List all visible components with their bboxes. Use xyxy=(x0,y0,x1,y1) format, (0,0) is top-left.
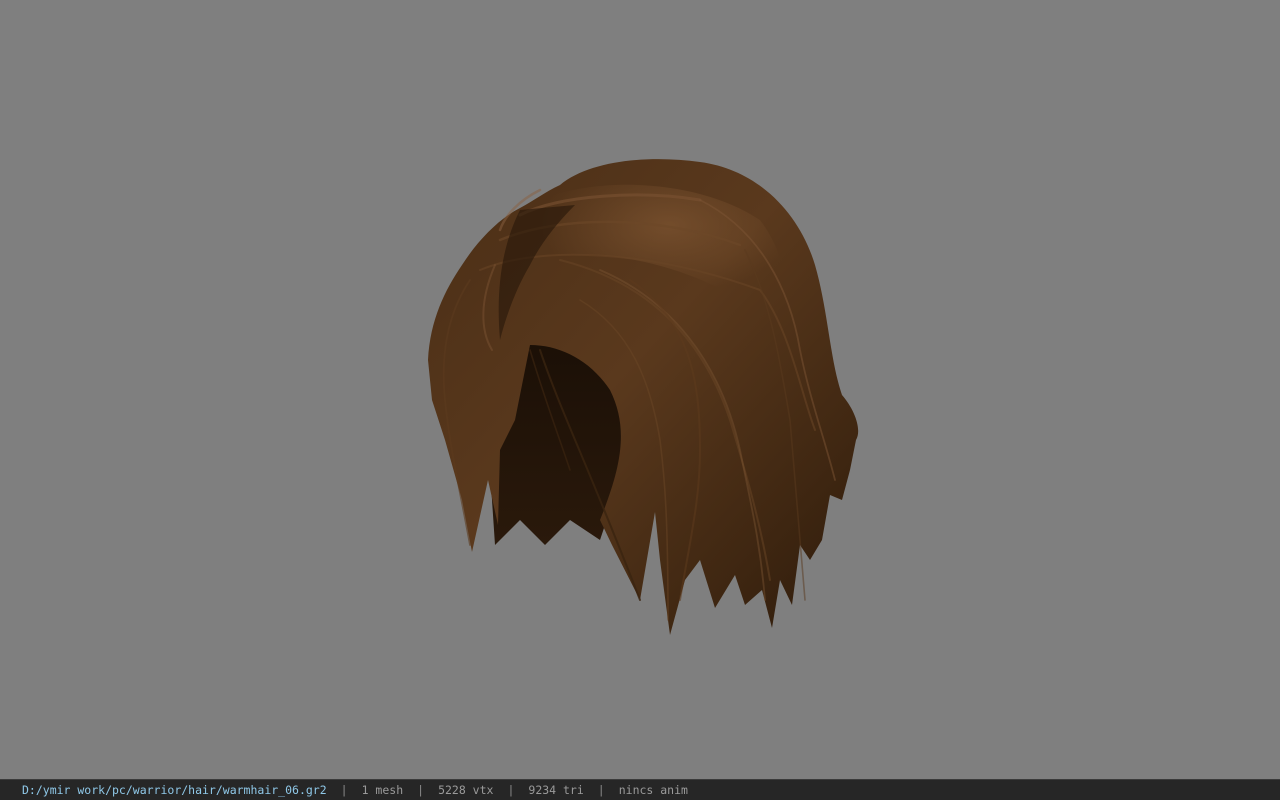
separator: | xyxy=(597,783,605,797)
separator: | xyxy=(340,783,348,797)
triangle-count: 9234 tri xyxy=(528,783,584,797)
anim-status: nincs anim xyxy=(618,783,688,797)
separator: | xyxy=(417,783,425,797)
mesh-count: 1 mesh xyxy=(361,783,404,797)
vertex-count: 5228 vtx xyxy=(438,783,494,797)
hair-model[interactable] xyxy=(0,0,1280,779)
separator: | xyxy=(507,783,515,797)
file-path: D:/ymir work/pc/warrior/hair/warmhair_06… xyxy=(22,783,327,797)
3d-viewport[interactable] xyxy=(0,0,1280,779)
status-bar: D:/ymir work/pc/warrior/hair/warmhair_06… xyxy=(0,779,1280,800)
